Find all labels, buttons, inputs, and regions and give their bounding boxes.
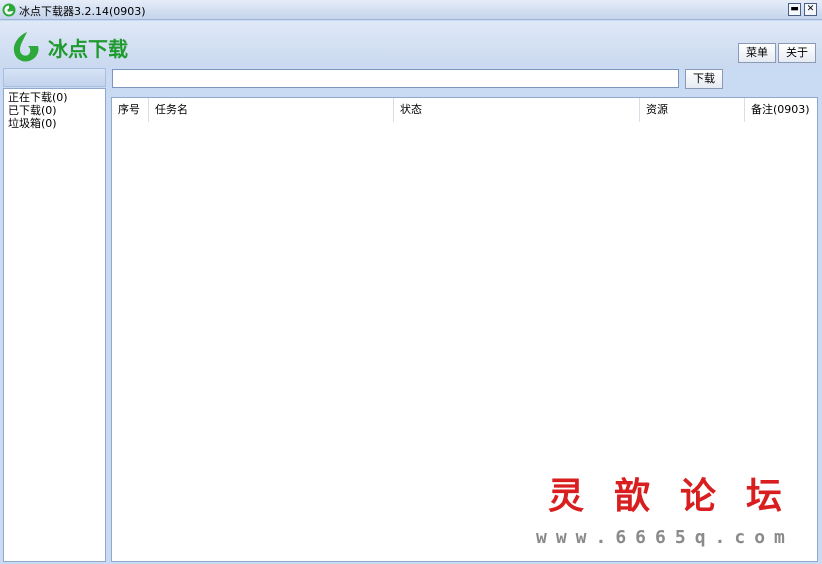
sidebar-item-trash[interactable]: 垃圾箱(0): [4, 117, 105, 130]
watermark-char: 歆: [614, 475, 651, 517]
column-header-task-name[interactable]: 任务名: [149, 98, 394, 122]
column-header-status[interactable]: 状态: [394, 98, 640, 122]
sidebar-item-downloaded[interactable]: 已下载(0): [4, 104, 105, 117]
sidebar-header: [3, 68, 106, 87]
logo-text: 冰点下载: [48, 37, 128, 61]
minimize-button[interactable]: ▬: [788, 3, 801, 16]
close-button[interactable]: ✕: [804, 3, 817, 16]
logo-icon: [13, 32, 39, 62]
window-titlebar: 冰点下载器3.2.14(0903) ▬ ✕: [0, 0, 822, 20]
app-logo-icon: [2, 3, 16, 17]
column-header-note[interactable]: 备注(0903): [745, 98, 817, 122]
watermark-char: 灵: [548, 475, 585, 517]
column-header-seq[interactable]: 序号: [112, 98, 149, 122]
url-input[interactable]: [112, 69, 679, 88]
menu-button[interactable]: 菜单: [738, 43, 776, 63]
sidebar-item-downloading[interactable]: 正在下载(0): [4, 91, 105, 104]
about-button[interactable]: 关于: [778, 43, 816, 63]
watermark-char: 坛: [746, 475, 783, 517]
download-button[interactable]: 下载: [685, 69, 723, 89]
app-header: 冰点下载 菜单 关于: [0, 21, 822, 67]
watermark-char: 论: [680, 475, 717, 517]
watermark-url: www.6665q.com: [536, 527, 794, 548]
watermark-text: 灵 歆 论 坛: [548, 476, 782, 516]
window-title: 冰点下载器3.2.14(0903): [19, 5, 146, 18]
column-header-source[interactable]: 资源: [640, 98, 745, 122]
sidebar: 正在下载(0) 已下载(0) 垃圾箱(0): [3, 88, 106, 562]
